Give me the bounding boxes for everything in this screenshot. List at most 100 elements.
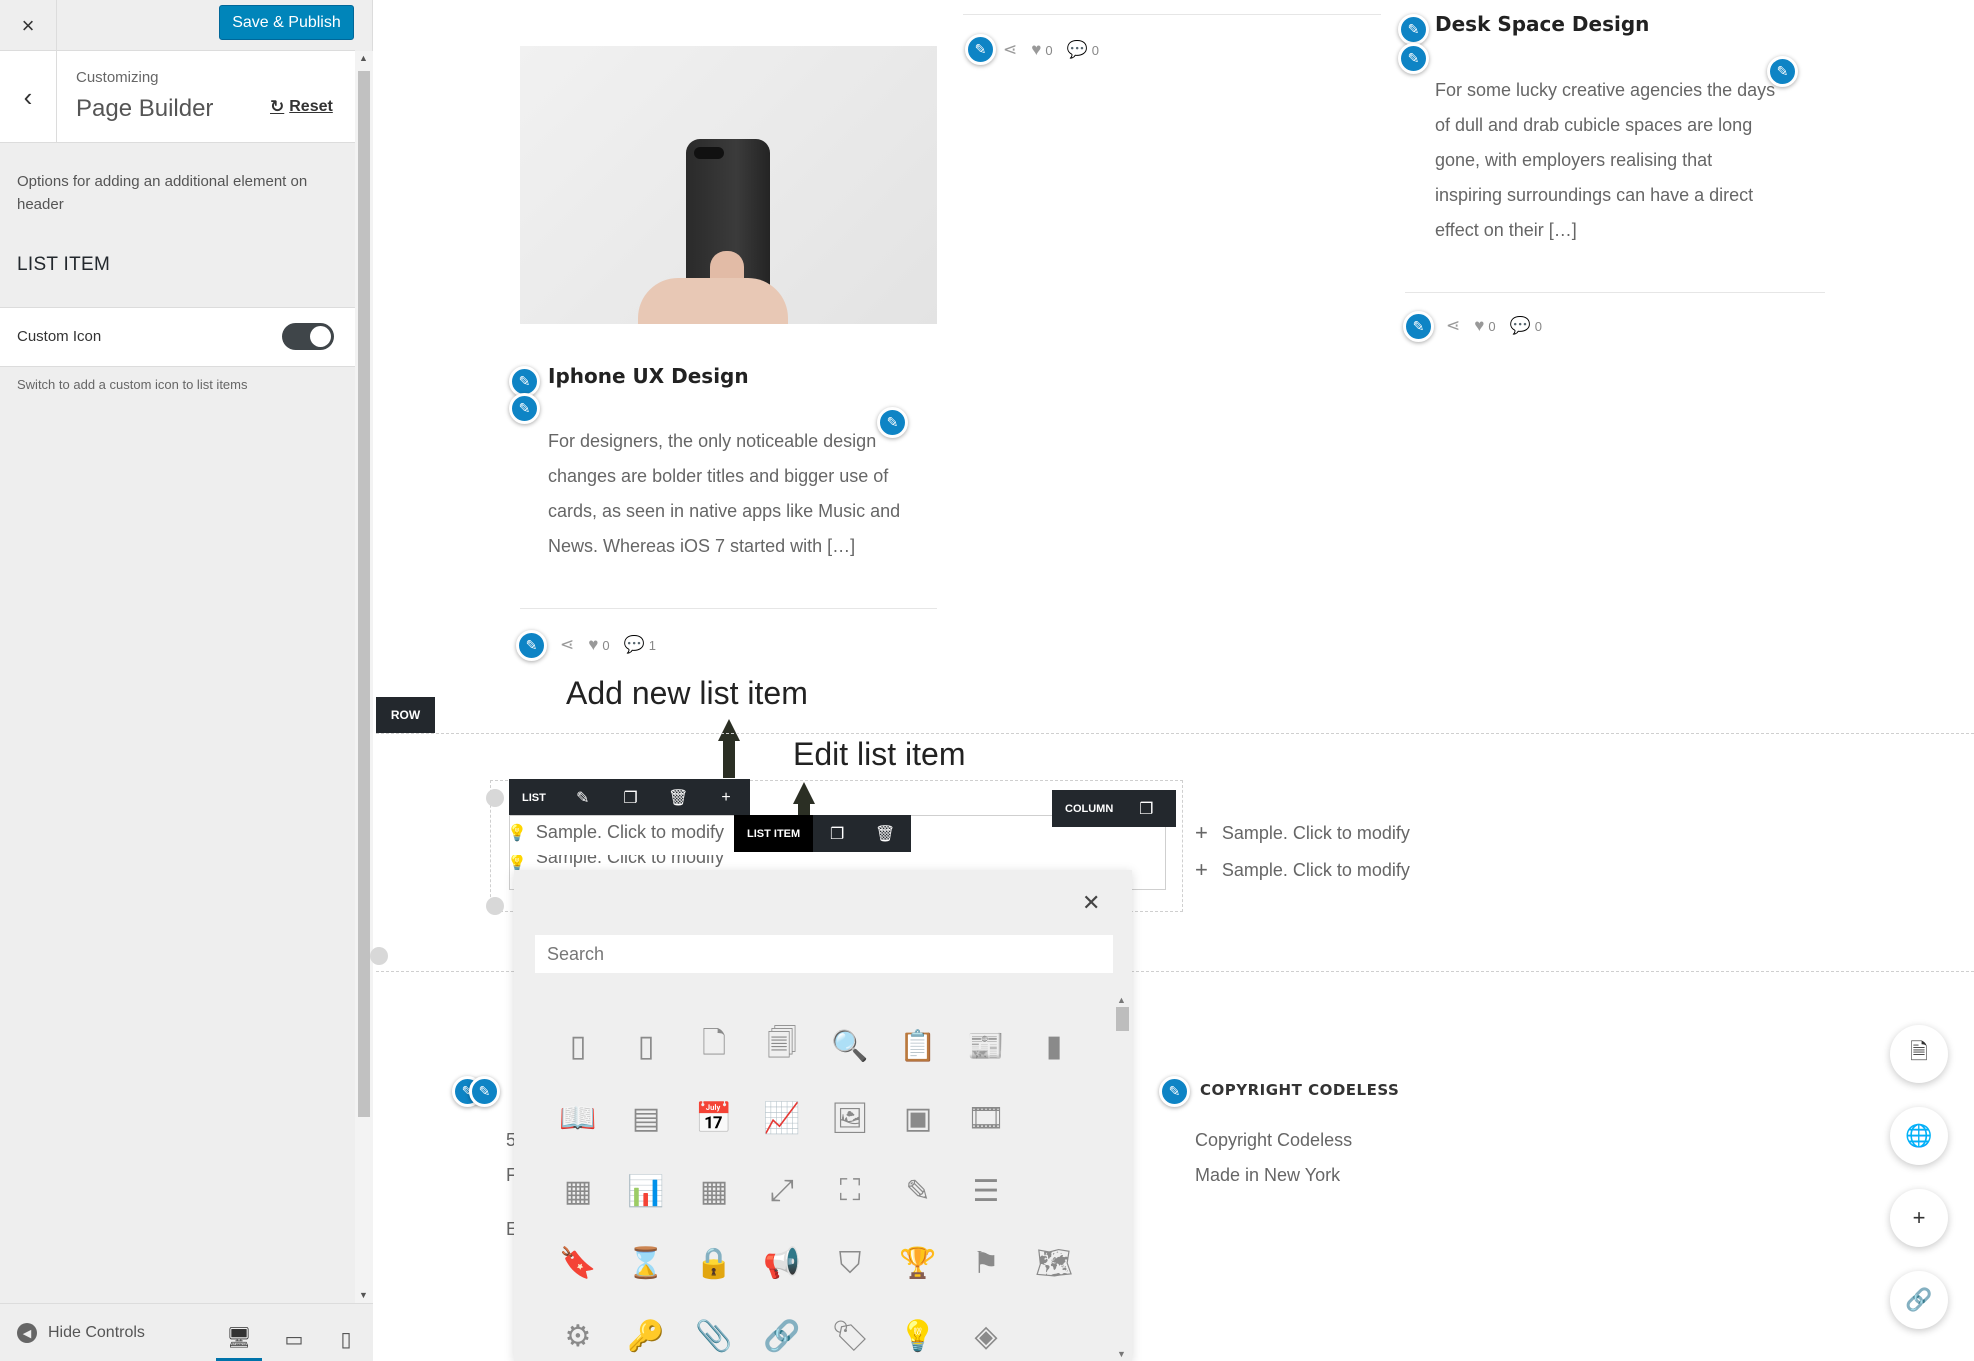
lock-icon[interactable]: 🔒	[680, 1228, 748, 1301]
edit-title-button[interactable]: ✎	[1398, 14, 1429, 45]
edit-footer-button[interactable]: ✎	[1159, 1076, 1190, 1107]
scroll-down-icon[interactable]: ▼	[359, 1290, 368, 1300]
clipboard-icon[interactable]: 📋	[884, 1010, 952, 1083]
edit-meta-button[interactable]: ✎	[1403, 311, 1434, 342]
share-icon[interactable]: ⋖	[1003, 40, 1017, 60]
list-item[interactable]: 💡 Sample. Click to modify	[507, 822, 724, 843]
column-label[interactable]: COLUMN	[1052, 803, 1126, 815]
tablet-preview-button[interactable]: ▭	[271, 1316, 317, 1361]
comments[interactable]: 💬 0	[1067, 40, 1099, 60]
row-tag[interactable]: ROW	[376, 697, 435, 733]
icon-search-input[interactable]	[535, 935, 1113, 973]
add-fab[interactable]: +	[1890, 1189, 1948, 1247]
key-icon[interactable]: 🔑	[612, 1300, 680, 1361]
scrollbar-thumb[interactable]	[1116, 1007, 1129, 1031]
post-title[interactable]: Desk Space Design	[1435, 12, 1649, 36]
paperclip-icon[interactable]: 📎	[680, 1300, 748, 1361]
drag-handle[interactable]	[486, 789, 504, 807]
scroll-up-icon[interactable]: ▲	[359, 53, 368, 63]
desktop-preview-button[interactable]: 🖥	[216, 1316, 262, 1361]
presentation-icon[interactable]: 📈	[748, 1083, 816, 1156]
back-button[interactable]: ‹	[0, 51, 57, 143]
expand-icon[interactable]: ⤢	[748, 1155, 816, 1228]
close-customizer-button[interactable]: ×	[0, 0, 57, 51]
megaphone-icon[interactable]: 📢	[748, 1228, 816, 1301]
duplicate-list-item-button[interactable]: ❐	[813, 815, 861, 852]
edit-excerpt-button[interactable]: ✎	[1398, 43, 1429, 74]
list-item[interactable]: + Sample. Click to modify	[1195, 857, 1410, 883]
tags-icon[interactable]: 🏷	[816, 1300, 884, 1361]
document-search-icon[interactable]: 🔍	[816, 1010, 884, 1083]
duplicate-list-button[interactable]: ❐	[607, 779, 655, 816]
custom-icon-toggle[interactable]	[282, 323, 334, 350]
blueprint-icon[interactable]: ▦	[544, 1155, 612, 1228]
flag-icon[interactable]: ⚑	[952, 1228, 1020, 1301]
link-icon[interactable]: 🔗	[748, 1300, 816, 1361]
likes[interactable]: ♥ 0	[1474, 316, 1495, 336]
book-icon[interactable]: 📖	[544, 1083, 612, 1156]
comments[interactable]: 💬 1	[624, 635, 656, 655]
likes[interactable]: ♥ 0	[1031, 40, 1052, 60]
share-icon[interactable]: ⋖	[560, 635, 574, 655]
add-list-item-button[interactable]: +	[702, 779, 750, 816]
scroll-up-icon[interactable]: ▲	[1117, 995, 1126, 1005]
likes[interactable]: ♥ 0	[588, 635, 609, 655]
shield-icon[interactable]: ⛉	[816, 1228, 884, 1301]
edit-icon[interactable]: ✎	[884, 1155, 952, 1228]
mobile-preview-button[interactable]: ▯	[323, 1316, 369, 1361]
drag-handle[interactable]	[486, 897, 504, 915]
sliders-icon[interactable]: ☰	[952, 1155, 1020, 1228]
comments[interactable]: 💬 0	[1510, 316, 1542, 336]
drag-handle[interactable]	[370, 947, 388, 965]
hide-controls-button[interactable]: ◀ Hide Controls	[17, 1323, 145, 1343]
scrollbar-thumb[interactable]	[358, 71, 370, 1117]
bar-chart-icon[interactable]: 📊	[612, 1155, 680, 1228]
post-title[interactable]: Iphone UX Design	[548, 364, 749, 388]
image-icon[interactable]: 🖼	[816, 1083, 884, 1156]
gears-icon[interactable]: ⚙	[544, 1300, 612, 1361]
edit-meta-button[interactable]: ✎	[516, 630, 547, 661]
delete-list-item-button[interactable]: 🗑	[861, 815, 909, 852]
global-fab[interactable]: 🌐	[1890, 1107, 1948, 1165]
list-item-label[interactable]: LIST ITEM	[734, 815, 814, 852]
list-item-text: Sample. Click to modify	[535, 822, 724, 842]
duplicate-column-button[interactable]: ❐	[1126, 790, 1166, 827]
tablet-icon[interactable]: ▯	[544, 1010, 612, 1083]
notebook-icon[interactable]: ▮	[1020, 1010, 1088, 1083]
pencil-icon: ✎	[478, 1083, 491, 1099]
hourglass-icon[interactable]: ⌛	[612, 1228, 680, 1301]
calendar-icon[interactable]: 📅	[680, 1083, 748, 1156]
share-icon[interactable]: ⋖	[1446, 316, 1460, 336]
documents-icon[interactable]: 🗐	[748, 1010, 816, 1083]
map-icon[interactable]: 🗺	[1020, 1228, 1088, 1301]
edit-list-button[interactable]: ✎	[559, 779, 607, 816]
delete-list-button[interactable]: 🗑	[654, 779, 702, 816]
edit-meta-button[interactable]: ✎	[965, 34, 996, 65]
edit-excerpt-button[interactable]: ✎	[509, 393, 540, 424]
video-icon[interactable]: 🎞	[952, 1083, 1020, 1156]
close-picker-button[interactable]: ✕	[1082, 890, 1100, 916]
link-fab[interactable]: 🔗	[1890, 1271, 1948, 1329]
trophy-icon[interactable]: 🏆	[884, 1228, 952, 1301]
document-icon[interactable]: 🗋	[680, 1010, 748, 1083]
save-publish-button[interactable]: Save & Publish	[219, 5, 354, 40]
layers-icon[interactable]: ◈	[952, 1300, 1020, 1361]
list-label[interactable]: LIST	[509, 792, 559, 804]
reset-button[interactable]: ↻ Reset	[270, 97, 333, 117]
bookmark-icon[interactable]: 🔖	[544, 1228, 612, 1301]
images-icon[interactable]: ▣	[884, 1083, 952, 1156]
newspaper-icon[interactable]: 📰	[952, 1010, 1020, 1083]
edit-footer-button[interactable]: ✎	[469, 1076, 500, 1107]
picker-scrollbar[interactable]: ▲ ▼	[1114, 995, 1129, 1361]
list-item[interactable]: 💡 Sample. Click to modify	[507, 855, 724, 871]
scroll-down-icon[interactable]: ▼	[1117, 1349, 1126, 1359]
mobile-icon[interactable]: ▯	[612, 1010, 680, 1083]
focus-icon[interactable]: ⛶	[816, 1155, 884, 1228]
post-featured-image[interactable]	[520, 46, 937, 324]
lightbulb-icon[interactable]: 💡	[884, 1300, 952, 1361]
list-item[interactable]: + Sample. Click to modify	[1195, 820, 1410, 846]
pages-fab[interactable]: 🗎	[1890, 1025, 1948, 1083]
table-icon[interactable]: ▦	[680, 1155, 748, 1228]
browser-icon[interactable]: ▤	[612, 1083, 680, 1156]
sidebar-scrollbar[interactable]: ▲ ▼	[355, 51, 373, 1303]
